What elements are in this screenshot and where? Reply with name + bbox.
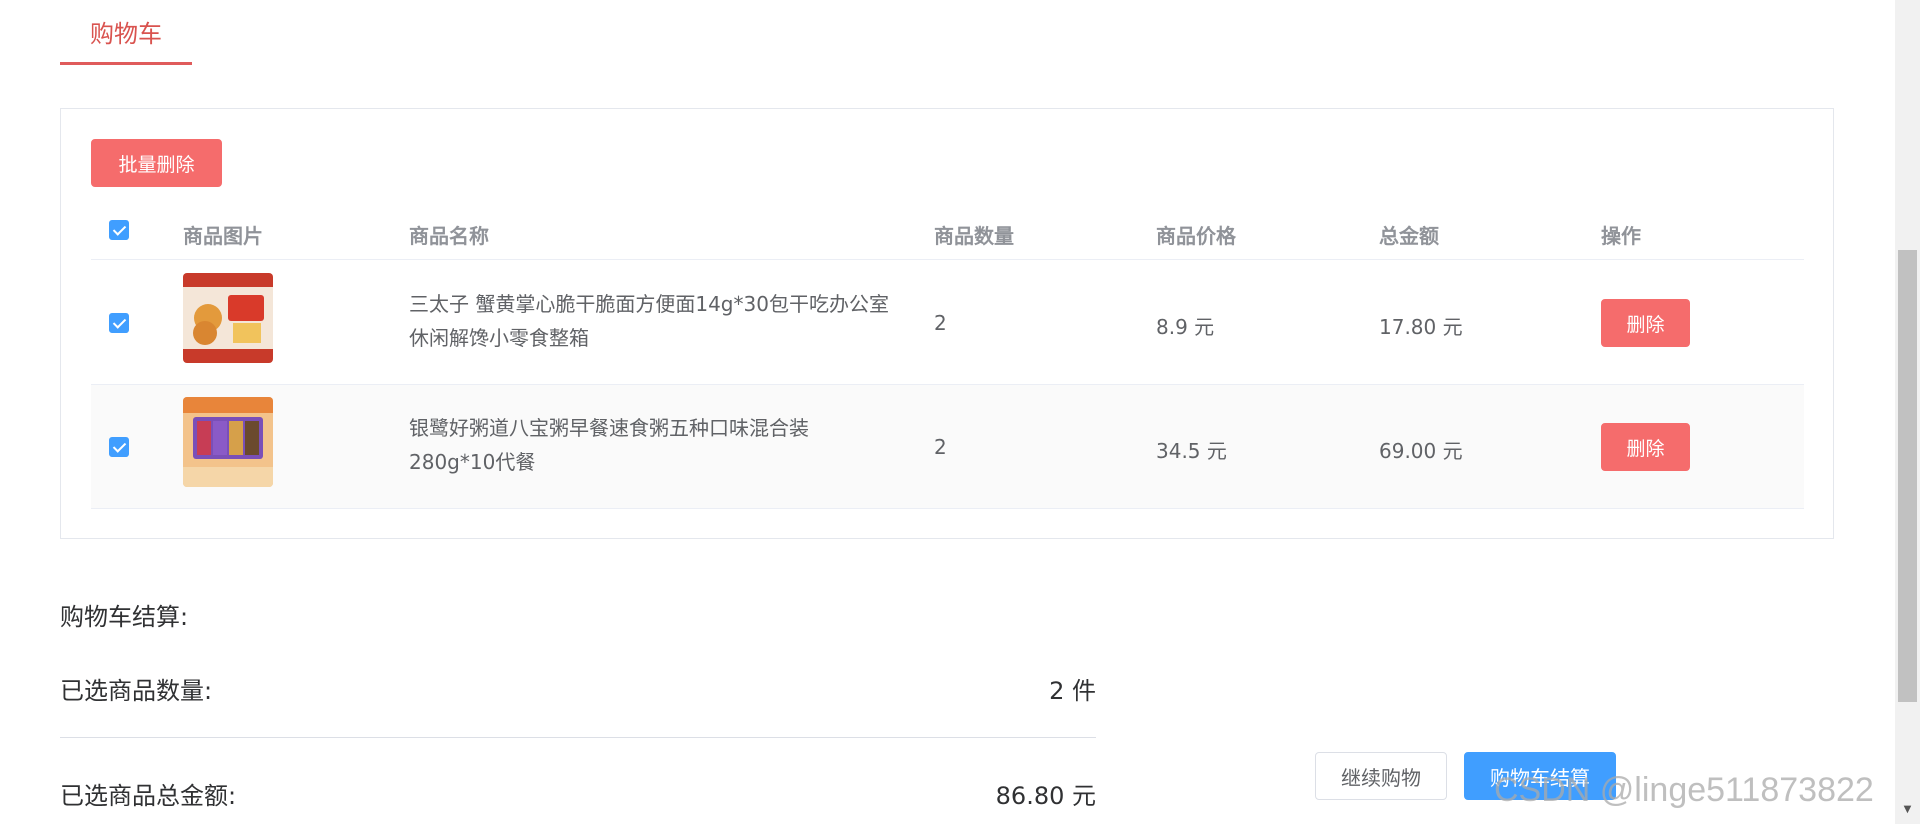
header-quantity: 商品数量 — [934, 224, 1014, 248]
header-total: 总金额 — [1379, 224, 1439, 248]
tab-cart-label: 购物车 — [90, 20, 162, 48]
header-name: 商品名称 — [409, 224, 489, 248]
batch-delete-button[interactable]: 批量删除 — [91, 139, 222, 187]
select-all-checkbox[interactable] — [109, 220, 129, 240]
selected-amount-label: 已选商品总金额: — [60, 782, 237, 810]
table-row — [91, 261, 1804, 385]
row-checkbox[interactable] — [109, 437, 129, 457]
selected-amount-value: 86.80 元 — [995, 782, 1096, 810]
row-delete-button[interactable]: 删除 — [1601, 423, 1690, 471]
row-product-name: 银鹭好粥道八宝粥早餐速食粥五种口味混合装280g*10代餐 — [409, 416, 809, 474]
summary-divider — [60, 737, 1096, 738]
scrollbar-thumb[interactable] — [1898, 250, 1917, 702]
checkout-button[interactable]: 购物车结算 — [1464, 752, 1616, 800]
congee-pack-thumbnail[interactable] — [183, 397, 273, 487]
scroll-down-arrow-icon[interactable]: ▼ — [1898, 804, 1917, 822]
summary-title: 购物车结算: — [60, 603, 189, 631]
header-image: 商品图片 — [183, 224, 263, 248]
instant-noodle-snack-thumbnail[interactable] — [183, 273, 273, 363]
row-total: 17.80 元 — [1379, 315, 1463, 339]
continue-shopping-button[interactable]: 继续购物 — [1315, 752, 1447, 800]
header-action: 操作 — [1601, 224, 1641, 248]
row-price: 8.9 元 — [1156, 315, 1215, 339]
row-delete-button[interactable]: 删除 — [1601, 299, 1690, 347]
selected-count-label: 已选商品数量: — [60, 677, 213, 705]
row-price: 34.5 元 — [1156, 439, 1227, 463]
row-quantity: 2 — [934, 435, 947, 459]
tab-cart[interactable]: 购物车 — [60, 0, 192, 65]
selected-count-value: 2 件 — [1049, 677, 1096, 705]
table-header-divider — [91, 259, 1804, 260]
table-row — [91, 385, 1804, 509]
row-total: 69.00 元 — [1379, 439, 1463, 463]
row-quantity: 2 — [934, 311, 947, 335]
row-product-name: 三太子 蟹黄掌心脆干脆面方便面14g*30包干吃办公室休闲解馋小零食整箱 — [409, 292, 889, 350]
row-checkbox[interactable] — [109, 313, 129, 333]
header-price: 商品价格 — [1156, 224, 1236, 248]
